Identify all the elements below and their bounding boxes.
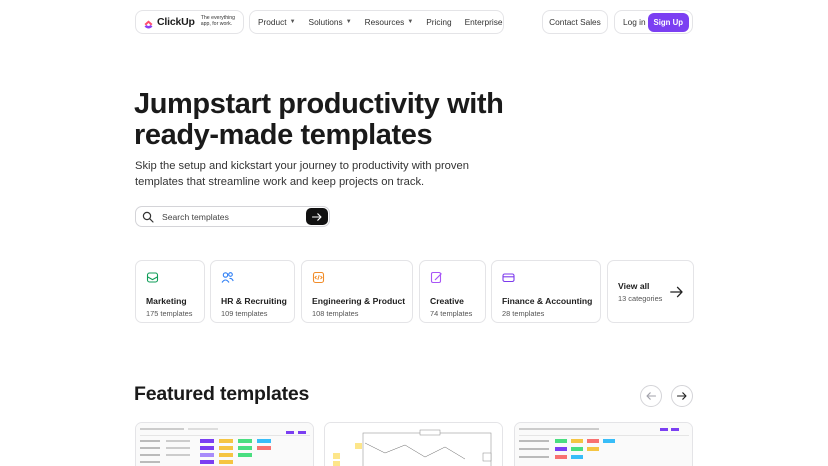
menu-solutions[interactable]: Solutions ▼ [309,17,352,27]
chevron-down-icon: ▼ [289,19,296,25]
template-preview-image [515,423,692,466]
template-card[interactable] [324,422,503,466]
category-count: 74 templates [430,309,473,318]
category-hr-recruiting[interactable]: HR & Recruiting 109 templates [210,260,295,323]
code-icon [312,271,325,284]
template-card[interactable] [514,422,693,466]
menu-enterprise[interactable]: Enterprise [465,17,503,27]
main-menu: Product ▼ Solutions ▼ Resources ▼ Pricing E… [249,10,504,34]
view-all-categories[interactable]: View all 13 categories [607,260,694,323]
page-subtitle: Skip the setup and kickstart your journe… [135,160,469,188]
menu-resources[interactable]: Resources ▼ [365,17,414,27]
auth-group: Log in Sign Up [614,10,693,34]
search-icon [142,211,154,223]
pen-icon [430,271,442,284]
featured-templates-heading: Featured templates [134,383,310,405]
arrow-right-icon [670,286,683,298]
logo-tagline: The everything app, for work. [200,15,236,27]
template-search [135,206,330,227]
chevron-down-icon: ▼ [345,19,352,25]
category-marketing[interactable]: Marketing 175 templates [135,260,205,323]
logo[interactable]: ClickUp The everything app, for work. [135,10,244,34]
people-icon [221,272,234,283]
category-finance-accounting[interactable]: Finance & Accounting 28 templates [491,260,601,323]
carousel-next-button[interactable] [671,385,693,407]
category-count: 108 templates [312,309,359,318]
category-count: 175 templates [146,309,193,318]
chevron-down-icon: ▼ [407,19,414,25]
login-link[interactable]: Log in [623,17,646,27]
page-title: Jumpstart productivity with ready-made t… [134,88,504,151]
arrow-right-icon [312,212,322,221]
category-creative[interactable]: Creative 74 templates [419,260,486,323]
signup-button[interactable]: Sign Up [647,12,689,32]
clickup-logo-icon [143,17,154,28]
contact-sales-button[interactable]: Contact Sales [542,10,608,34]
category-count: 28 templates [502,309,545,318]
category-engineering-product[interactable]: Engineering & Product 108 templates [301,260,413,323]
category-label: Engineering & Product [312,296,406,306]
arrow-left-icon [646,392,656,400]
mail-icon [146,272,159,283]
arrow-right-icon [677,392,687,400]
search-submit-button[interactable] [306,208,328,225]
template-preview-image [136,423,313,466]
menu-product[interactable]: Product ▼ [258,17,296,27]
search-input[interactable] [162,211,302,222]
carousel-prev-button[interactable] [640,385,662,407]
template-preview-image [325,423,502,466]
category-label: HR & Recruiting [221,296,287,306]
category-label: Creative [430,296,464,306]
category-count: 109 templates [221,309,268,318]
logo-name: ClickUp [157,16,195,28]
template-card[interactable] [135,422,314,466]
menu-pricing[interactable]: Pricing [426,17,451,27]
card-icon [502,273,515,283]
category-label: Finance & Accounting [502,296,593,306]
category-label: Marketing [146,296,187,306]
